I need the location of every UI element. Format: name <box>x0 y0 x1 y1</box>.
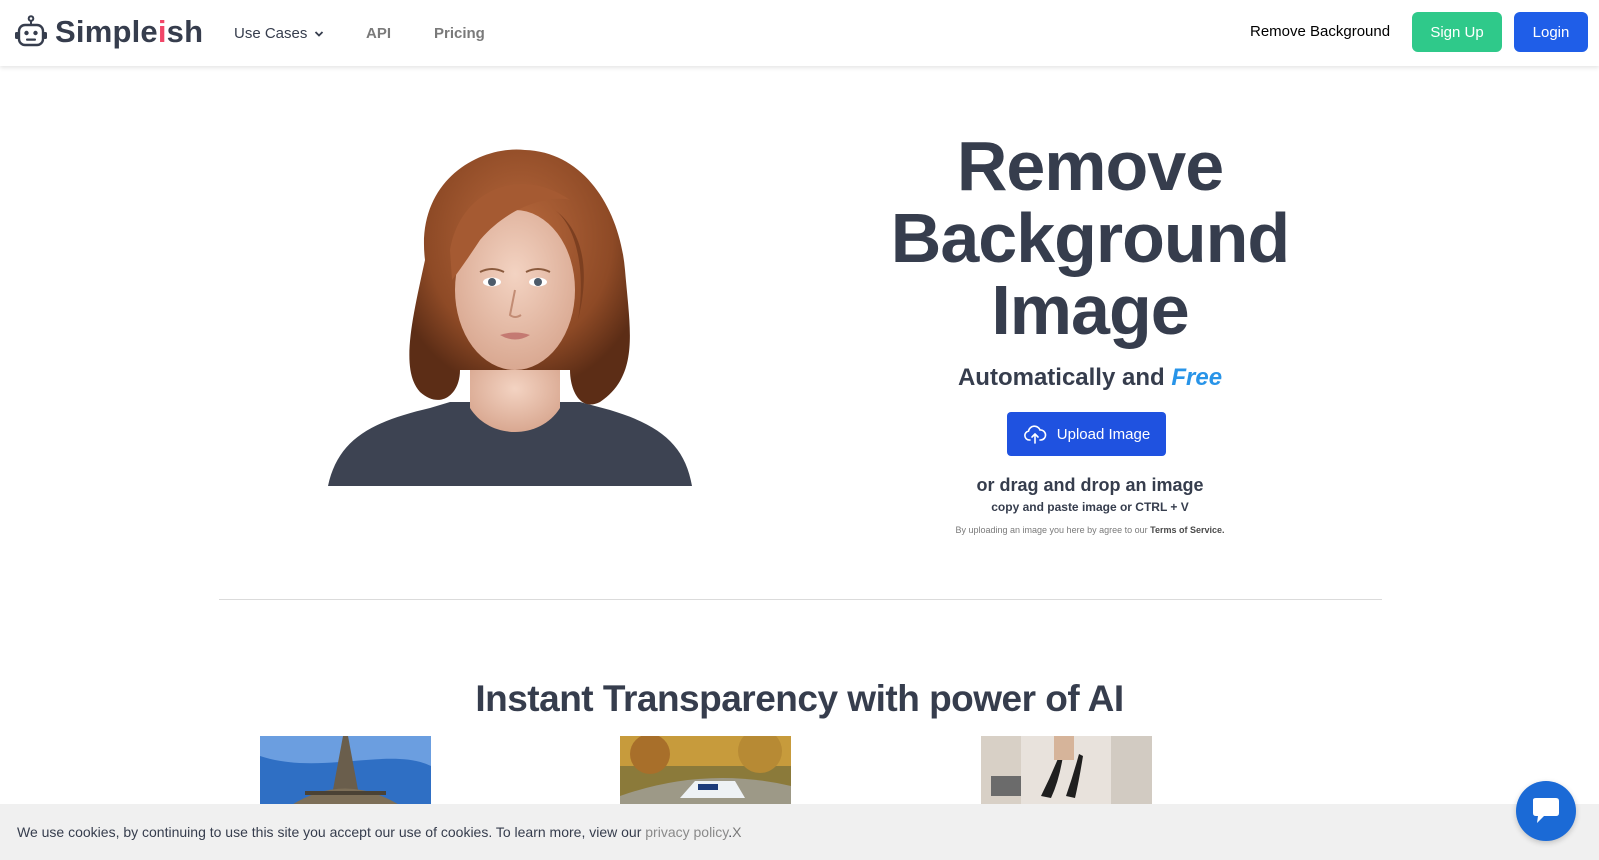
rally-car-image <box>620 736 791 806</box>
hero-portrait-image <box>328 149 692 486</box>
hero-title-line3: Image <box>991 271 1189 349</box>
high-heels-image <box>981 736 1152 806</box>
terms-notice: By uploading an image you here by agree … <box>840 525 1340 535</box>
hero-subtitle-prefix: Automatically and <box>957 364 1165 391</box>
sign-up-button[interactable]: Sign Up <box>1412 12 1502 52</box>
chat-icon <box>1533 798 1559 823</box>
drag-drop-text: or drag and drop an image <box>976 475 1204 495</box>
hero-title-line1: Remove <box>956 127 1224 205</box>
cloud-upload-icon <box>1023 425 1047 444</box>
example-thumbnail-rally-car[interactable] <box>620 736 791 806</box>
top-navbar: Simpleish Use Cases API Pricing Remove B… <box>0 0 1599 66</box>
nav-remove-background[interactable]: Remove Background <box>1250 23 1390 40</box>
hero-title: Remove Background Image <box>840 130 1340 346</box>
cookie-message-text: We use cookies, by continuing to use thi… <box>17 824 642 840</box>
robot-icon <box>15 15 47 47</box>
brand-name: Simpleish <box>55 14 204 49</box>
brand-logo[interactable]: Simpleish <box>14 14 203 50</box>
cookie-banner: We use cookies, by continuing to use thi… <box>0 804 1599 860</box>
hero-subtitle: Automatically and Free <box>840 364 1340 392</box>
chat-widget-button[interactable] <box>1516 781 1576 841</box>
nav-api[interactable]: API <box>366 25 391 42</box>
privacy-policy-link[interactable]: privacy policy <box>645 824 728 840</box>
section-divider <box>219 599 1382 600</box>
terms-notice-prefix: By uploading an image you here by agree … <box>955 525 1148 535</box>
cookie-message: We use cookies, by continuing to use thi… <box>17 824 742 840</box>
hero-subtitle-free: Free <box>1171 364 1223 391</box>
nav-pricing[interactable]: Pricing <box>434 25 485 42</box>
paste-hint-text: copy and paste image or CTRL + V <box>991 500 1189 514</box>
nav-use-cases-label: Use Cases <box>234 25 308 42</box>
eiffel-tower-image <box>260 736 431 806</box>
nav-use-cases[interactable]: Use Cases <box>234 25 324 42</box>
upload-image-label: Upload Image <box>1056 425 1151 443</box>
example-thumbnail-eiffel[interactable] <box>260 736 431 806</box>
cookie-close-button[interactable]: X <box>732 824 741 840</box>
example-thumbnail-heels[interactable] <box>981 736 1152 806</box>
terms-of-service-link[interactable]: Terms of Service. <box>1150 525 1224 535</box>
chevron-down-icon <box>315 30 324 37</box>
upload-image-button[interactable]: Upload Image <box>1007 412 1166 456</box>
section-title: Instant Transparency with power of AI <box>475 678 1124 719</box>
hero-title-line2: Background <box>890 199 1290 277</box>
login-button[interactable]: Login <box>1514 12 1588 52</box>
